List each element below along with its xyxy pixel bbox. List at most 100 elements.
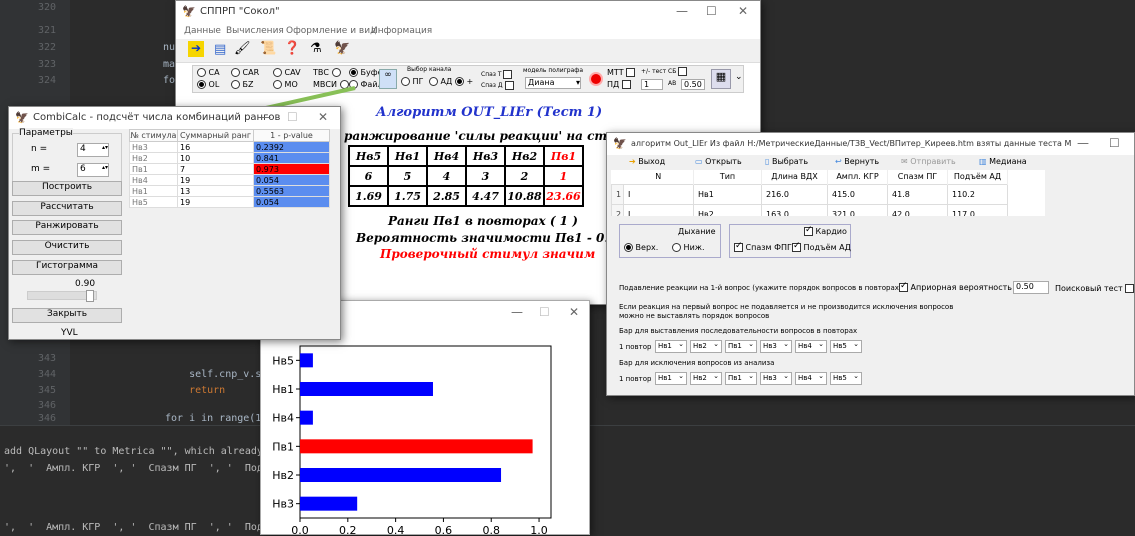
- build-button[interactable]: Построить: [12, 181, 122, 196]
- column-header[interactable]: Суммарный ранг: [177, 129, 254, 142]
- load-button[interactable]: ∞: [379, 69, 397, 89]
- table-cell[interactable]: Нв1: [129, 185, 178, 197]
- column-header[interactable]: 1 - p-value: [253, 129, 330, 142]
- table-cell[interactable]: 0.054: [253, 174, 330, 186]
- table-cell[interactable]: 163.0: [761, 203, 828, 216]
- question-select[interactable]: Нв2 ⌄: [690, 372, 722, 385]
- radio-plus[interactable]: +: [455, 77, 473, 86]
- maximize-button[interactable]: ☐: [706, 4, 717, 18]
- histogram-button[interactable]: Гистограмма: [12, 260, 122, 275]
- menu-data[interactable]: Данные: [184, 26, 221, 36]
- table-cell[interactable]: Нв2: [129, 152, 178, 164]
- column-header[interactable]: Спазм ПГ: [887, 170, 948, 184]
- brush-icon[interactable]: 🖌: [234, 41, 251, 56]
- table-row[interactable]: Нв3 16 0.2392: [129, 141, 330, 153]
- radio-tvs[interactable]: ТВС: [313, 68, 341, 77]
- table-cell[interactable]: Нв1: [693, 183, 762, 205]
- check-mtt[interactable]: МТТ: [607, 68, 636, 77]
- table-cell[interactable]: 0.841: [253, 152, 330, 164]
- check-spaz-t[interactable]: Спаз Т: [481, 70, 513, 79]
- table-cell[interactable]: I: [623, 183, 694, 205]
- apriori-input[interactable]: 0.50: [1013, 281, 1049, 294]
- slider-handle[interactable]: [86, 290, 94, 302]
- calculate-button[interactable]: Рассчитать: [12, 201, 122, 216]
- radio-ca[interactable]: CA: [197, 68, 220, 77]
- check-search[interactable]: Поисковый тест: [1055, 284, 1135, 293]
- table-cell[interactable]: 1: [611, 183, 624, 205]
- radio-breath-down[interactable]: Ниж.: [672, 243, 705, 252]
- record-icon[interactable]: [589, 72, 603, 86]
- send-button[interactable]: ✉ Отправить: [901, 157, 956, 166]
- table-row[interactable]: Пв1 7 0.973: [129, 163, 330, 175]
- table-cell[interactable]: 10: [177, 152, 254, 164]
- table-cell[interactable]: 117.0: [947, 203, 1008, 216]
- column-header[interactable]: Подъём АД: [947, 170, 1008, 184]
- question-select[interactable]: Нв5 ⌄: [830, 340, 862, 353]
- radio-car[interactable]: CAR: [231, 68, 259, 77]
- table-cell[interactable]: 415.0: [827, 183, 888, 205]
- median-button[interactable]: ▥ Медиана: [979, 157, 1027, 166]
- table-cell[interactable]: 216.0: [761, 183, 828, 205]
- document-icon[interactable]: ▤: [214, 42, 226, 57]
- table-cell[interactable]: 0.2392: [253, 141, 330, 153]
- minimize-button[interactable]: —: [259, 110, 271, 124]
- minimize-button[interactable]: —: [1077, 136, 1089, 150]
- calculator-icon[interactable]: ▦: [711, 69, 731, 89]
- check-pd[interactable]: ПД: [607, 80, 631, 89]
- table-cell[interactable]: 7: [177, 163, 254, 175]
- table-cell[interactable]: 321.0: [827, 203, 888, 216]
- threshold-slider[interactable]: [27, 290, 97, 302]
- m-spinner[interactable]: 6 ▴▾: [77, 163, 109, 177]
- table-cell[interactable]: Пв1: [129, 163, 178, 175]
- minimize-button[interactable]: —: [676, 4, 688, 18]
- table-cell[interactable]: 0.5563: [253, 185, 330, 197]
- question-select[interactable]: Нв3 ⌄: [760, 372, 792, 385]
- question-select[interactable]: Нв3 ⌄: [760, 340, 792, 353]
- menu-info[interactable]: Информация: [371, 26, 432, 36]
- arrow-right-icon[interactable]: ➔: [188, 41, 204, 57]
- menu-calc[interactable]: Вычисления: [226, 26, 284, 36]
- help-icon[interactable]: ❓: [284, 41, 300, 56]
- column-header[interactable]: N: [623, 170, 694, 184]
- question-select[interactable]: Нв1 ⌄: [655, 372, 687, 385]
- flask-icon[interactable]: ⚗: [310, 41, 322, 56]
- table-cell[interactable]: 19: [177, 196, 254, 208]
- check-spaz-d[interactable]: Спаз Д: [481, 81, 514, 90]
- n-spinner[interactable]: 4 ▴▾: [77, 143, 109, 157]
- check-podem[interactable]: Подъём АД: [792, 241, 851, 252]
- column-header[interactable]: Длина ВДХ: [761, 170, 828, 184]
- question-select[interactable]: Нв1 ⌄: [655, 340, 687, 353]
- rank-button[interactable]: Ранжировать: [12, 220, 122, 235]
- table-cell[interactable]: Нв4: [129, 174, 178, 186]
- radio-cav[interactable]: CAV: [273, 68, 301, 77]
- table-cell[interactable]: 42.0: [887, 203, 948, 216]
- clear-button[interactable]: Очистить: [12, 240, 122, 255]
- column-header[interactable]: Ампл. КГР: [827, 170, 888, 184]
- table-cell[interactable]: 0.054: [253, 196, 330, 208]
- maximize-button[interactable]: ☐: [1109, 136, 1120, 150]
- table-cell[interactable]: 13: [177, 185, 254, 197]
- table-cell[interactable]: 19: [177, 174, 254, 186]
- question-select[interactable]: Нв4 ⌄: [795, 372, 827, 385]
- radio-ad[interactable]: АД: [429, 77, 452, 86]
- question-select[interactable]: Пв1 ⌄: [725, 340, 757, 353]
- table-cell[interactable]: 16: [177, 141, 254, 153]
- table-row[interactable]: 2 I Нв2 163.0 321.0 42.0 117.0: [611, 203, 1008, 216]
- table-row[interactable]: 1 I Нв1 216.0 415.0 41.8 110.2: [611, 183, 1008, 205]
- menu-view[interactable]: Оформление и вид: [286, 26, 376, 36]
- question-select[interactable]: Нв2 ⌄: [690, 340, 722, 353]
- repeat-spinner[interactable]: 1: [641, 79, 663, 90]
- check-cardio[interactable]: Кардио: [804, 225, 847, 236]
- table-row[interactable]: Нв5 19 0.054: [129, 196, 330, 208]
- test-sb-check[interactable]: +/- тест СБ: [641, 67, 688, 76]
- open-button[interactable]: ▭ Открыть: [695, 157, 742, 166]
- notes-icon[interactable]: 📜: [260, 41, 276, 56]
- polygraph-select[interactable]: Диана ▾: [525, 77, 581, 89]
- exit-button[interactable]: ➔ Выход: [629, 157, 665, 166]
- close-button[interactable]: ✕: [318, 110, 328, 124]
- table-cell[interactable]: 41.8: [887, 183, 948, 205]
- table-cell[interactable]: Нв5: [129, 196, 178, 208]
- table-cell[interactable]: 110.2: [947, 183, 1008, 205]
- table-row[interactable]: Нв1 13 0.5563: [129, 185, 330, 197]
- close-dialog-button[interactable]: Закрыть: [12, 308, 122, 323]
